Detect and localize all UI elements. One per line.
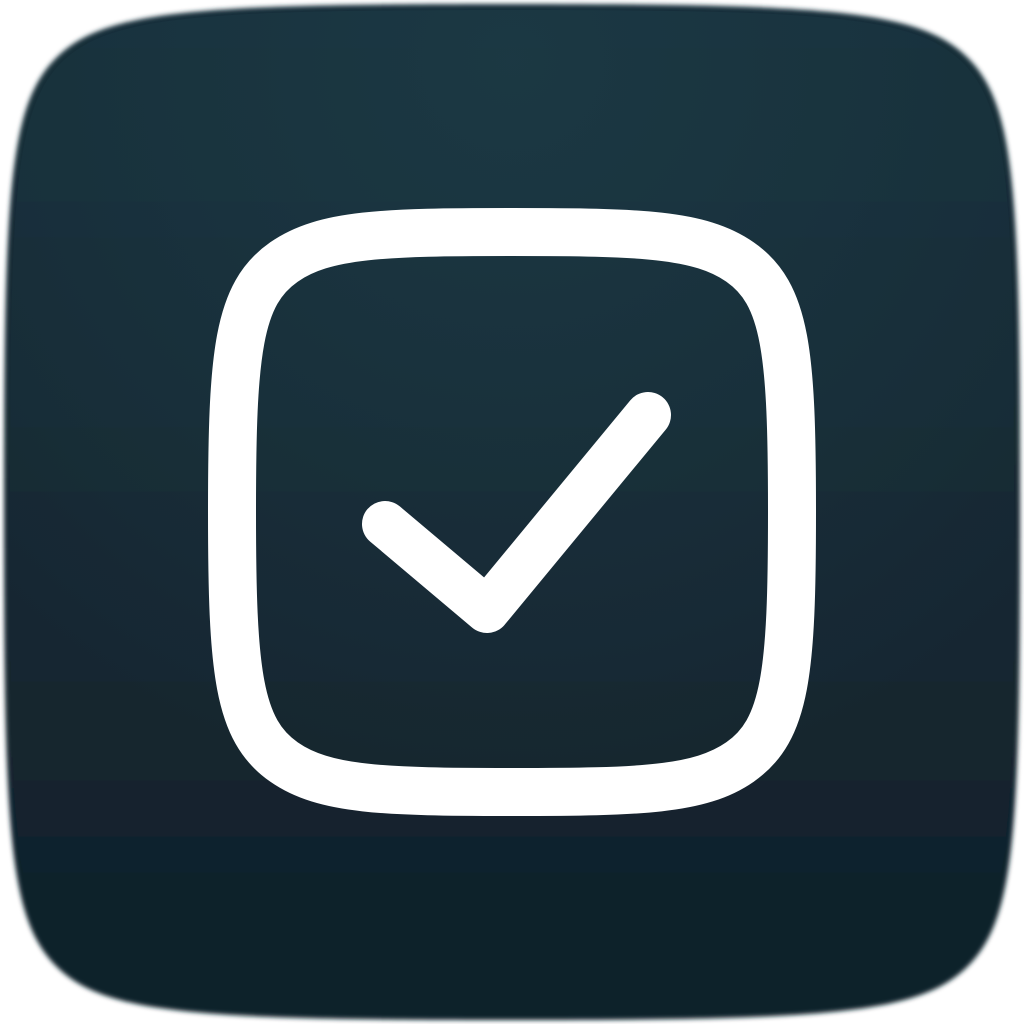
app-icon[interactable] <box>0 0 1024 1024</box>
icon-background-glow <box>10 10 1014 1014</box>
app-icon-graphic <box>4 4 1020 1020</box>
